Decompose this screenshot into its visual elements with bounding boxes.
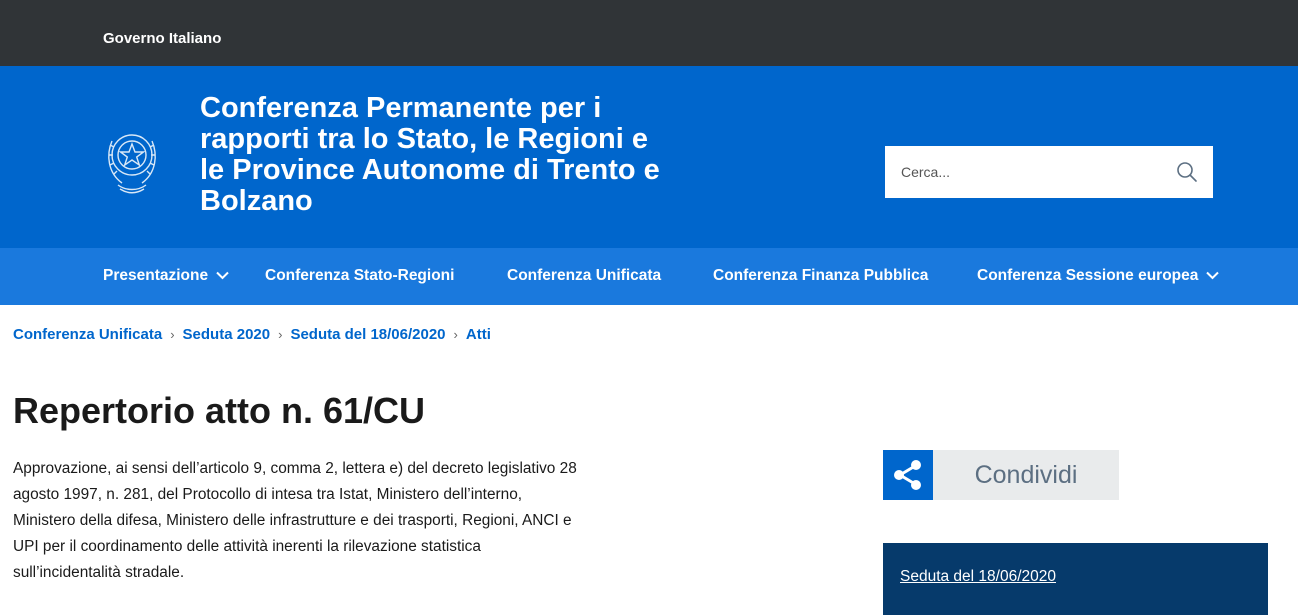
nav-item-conferenza-sessione-europea[interactable]: Conferenza Sessione europea	[977, 267, 1220, 285]
chevron-down-icon	[1206, 272, 1220, 280]
top-bar: Governo Italiano	[0, 0, 1298, 66]
chevron-down-icon	[216, 272, 229, 280]
search-input[interactable]	[885, 146, 1155, 198]
related-seduta-link[interactable]: Seduta del 18/06/2020	[900, 568, 1056, 586]
breadcrumb-item[interactable]: Atti	[466, 326, 491, 343]
page-description: Approvazione, ai sensi dell’articolo 9, …	[13, 460, 577, 581]
related-seduta-box: Seduta del 18/06/2020	[883, 543, 1268, 615]
page-title: Repertorio atto n. 61/CU	[13, 390, 426, 431]
governo-italiano-link[interactable]: Governo Italiano	[103, 30, 221, 47]
breadcrumb: Conferenza Unificata › Seduta 2020 › Seduta …	[13, 326, 491, 343]
breadcrumb-separator: ›	[453, 327, 458, 342]
nav-item-presentazione[interactable]: Presentazione	[103, 267, 229, 285]
nav-item-conferenza-unificata[interactable]: Conferenza Unificata	[507, 267, 661, 285]
nav-item-conferenza-finanza-pubblica[interactable]: Conferenza Finanza Pubblica	[713, 267, 928, 285]
breadcrumb-item[interactable]: Seduta 2020	[183, 326, 271, 343]
nav-item-label: Conferenza Finanza Pubblica	[713, 267, 929, 284]
nav-item-conferenza-stato-regioni[interactable]: Conferenza Stato-Regioni	[265, 267, 454, 285]
breadcrumb-item[interactable]: Seduta del 18/06/2020	[290, 326, 445, 343]
share-button[interactable]: Condividi	[883, 450, 1119, 500]
share-icon-box	[883, 450, 933, 500]
site-header: Conferenza Permanente per i rapporti tra…	[0, 66, 1298, 248]
breadcrumb-item[interactable]: Conferenza Unificata	[13, 326, 162, 343]
breadcrumb-separator: ›	[278, 327, 283, 342]
nav-item-label: Presentazione	[103, 267, 209, 284]
share-label: Condividi	[933, 450, 1119, 500]
main-nav: Presentazione Conferenza Stato-Regioni C…	[0, 248, 1298, 305]
search-box	[885, 146, 1213, 198]
breadcrumb-separator: ›	[170, 327, 175, 342]
site-title[interactable]: Conferenza Permanente per i rapporti tra…	[200, 93, 670, 217]
repubblica-italiana-emblem-icon[interactable]	[104, 121, 160, 197]
share-icon	[894, 460, 921, 490]
nav-item-label: Conferenza Stato-Regioni	[265, 267, 455, 284]
search-icon[interactable]	[1175, 160, 1199, 184]
nav-item-label: Conferenza Sessione europea	[977, 267, 1199, 284]
nav-item-label: Conferenza Unificata	[507, 267, 662, 284]
